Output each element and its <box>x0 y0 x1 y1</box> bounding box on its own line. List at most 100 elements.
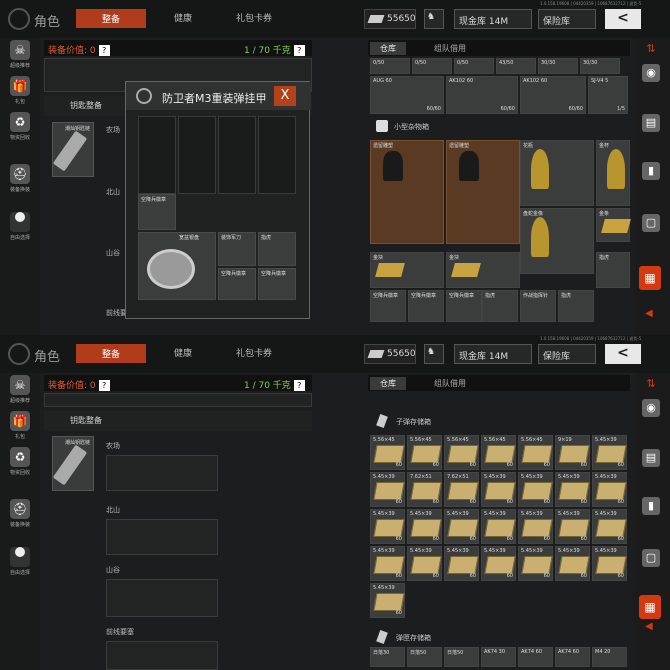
camera-icon[interactable]: ◉ <box>642 64 660 82</box>
tab-gift-cards[interactable]: 礼包卡券 <box>236 346 272 359</box>
inventory-item[interactable]: 遗留雕塑 <box>446 140 520 244</box>
inventory-item[interactable]: 5.45×39 60 <box>518 509 553 544</box>
nav-loadout[interactable]: ⛑ 装备换装 <box>7 164 33 200</box>
safe-button[interactable]: 保险库 <box>538 9 596 29</box>
inventory-item[interactable]: 0/50 <box>454 58 494 74</box>
storage-box-button[interactable]: ▦ <box>639 266 661 290</box>
inventory-item[interactable]: AK74 30 <box>481 647 516 667</box>
inventory-item[interactable]: 5.45×39 60 <box>370 472 405 507</box>
rig-item[interactable]: 指虎 <box>258 232 296 266</box>
inventory-item[interactable]: 金杯 <box>596 140 630 206</box>
help-icon[interactable]: ? <box>98 380 110 391</box>
bottle-icon[interactable]: ▮ <box>642 162 660 180</box>
help-icon[interactable]: ? <box>98 45 110 56</box>
inventory-item[interactable]: 5.45×39 60 <box>592 546 627 581</box>
back-button[interactable]: < <box>605 9 641 29</box>
inventory-item[interactable]: 空降兵徽章 <box>446 290 482 322</box>
inventory-item[interactable]: 5.45×39 60 <box>481 546 516 581</box>
collapse-icon[interactable]: ◀ <box>645 308 653 319</box>
inventory-item[interactable]: 日落30 <box>370 647 405 667</box>
farm-slot[interactable] <box>106 455 218 491</box>
inventory-item[interactable]: 日落50 <box>444 647 479 667</box>
inventory-item[interactable]: 5.45×39 60 <box>444 509 479 544</box>
rig-slot[interactable] <box>258 116 296 194</box>
nav-free-select[interactable]: 自由选择 <box>7 208 33 244</box>
rig-slot[interactable] <box>218 116 256 194</box>
inventory-item[interactable]: 5.45×39 60 <box>481 509 516 544</box>
inventory-item[interactable]: 指虎 <box>558 290 594 322</box>
tab-health[interactable]: 健康 <box>174 346 192 359</box>
inventory-item[interactable]: 指虎 <box>596 252 630 288</box>
inventory-item[interactable]: 5.45×39 60 <box>370 509 405 544</box>
sort-icon[interactable]: ⇅ <box>642 40 660 58</box>
cash-vault-button[interactable]: 现金库 14M <box>454 344 532 364</box>
inventory-item[interactable]: 5.45×39 60 <box>518 472 553 507</box>
inventory-item[interactable]: 指虎 <box>482 290 518 322</box>
key-item[interactable]: 潮灿钥匙链 <box>52 122 94 177</box>
inventory-item[interactable]: 7.62×51 60 <box>407 472 442 507</box>
inventory-item[interactable]: AK102 60 60/60 <box>446 76 518 114</box>
vest-icon[interactable]: ▤ <box>642 114 660 132</box>
equip-slot[interactable] <box>44 393 312 407</box>
tab-gear[interactable]: 整备 <box>76 9 147 28</box>
inventory-item[interactable]: 43/50 <box>496 58 536 74</box>
inventory-item[interactable]: AK74 60 <box>518 647 553 667</box>
tab-team-borrow[interactable]: 组队借用 <box>424 377 476 390</box>
rig-slot[interactable] <box>178 116 216 194</box>
nav-loadout[interactable]: ⛑ 装备换装 <box>7 499 33 535</box>
inventory-item[interactable]: 盘蛇金像 <box>520 208 594 274</box>
inventory-item[interactable]: 5.56×45 60 <box>370 435 405 470</box>
inventory-item[interactable]: 5.45×39 60 <box>518 546 553 581</box>
inventory-item[interactable]: 作战指挥针 <box>520 290 556 322</box>
tab-team-borrow[interactable]: 组队借用 <box>424 42 476 55</box>
valley-slot[interactable] <box>106 579 218 617</box>
inventory-item[interactable]: 9×19 60 <box>555 435 590 470</box>
inventory-item[interactable]: AUG 60 60/60 <box>370 76 444 114</box>
camera-icon[interactable]: ◉ <box>642 399 660 417</box>
tab-gear[interactable]: 整备 <box>76 344 147 363</box>
sort-icon[interactable]: ⇅ <box>642 375 660 393</box>
inventory-item[interactable]: 5.45×39 60 <box>481 472 516 507</box>
nav-recycle[interactable]: ♻ 物资回收 <box>7 112 33 148</box>
bottle-icon[interactable]: ▮ <box>642 497 660 515</box>
tab-gift-cards[interactable]: 礼包卡券 <box>236 11 272 24</box>
inventory-item[interactable]: 5.45×39 60 <box>407 509 442 544</box>
inventory-item[interactable]: SJ-V4 5 1/5 <box>588 76 628 114</box>
storage-box-button[interactable]: ▦ <box>639 595 661 619</box>
inventory-item[interactable]: 5.45×39 60 <box>555 546 590 581</box>
inventory-item[interactable]: 金块 <box>446 252 520 288</box>
rig-item[interactable]: 宽盆银盘 <box>138 232 216 300</box>
nav-recycle[interactable]: ♻ 物资回收 <box>7 447 33 483</box>
nav-recommend[interactable]: ☠ 超级推荐 <box>7 40 33 76</box>
trader-button[interactable]: ♞ <box>424 344 444 364</box>
inventory-item[interactable]: 5.56×45 60 <box>444 435 479 470</box>
inventory-item[interactable]: 5.45×39 60 <box>592 435 627 470</box>
back-button[interactable]: < <box>605 344 641 364</box>
inventory-item[interactable]: AK102 60 60/60 <box>520 76 586 114</box>
rig-item[interactable]: 装饰军刀 <box>218 232 256 266</box>
rig-item[interactable]: 空降兵徽章 <box>218 268 256 300</box>
inventory-item[interactable]: 5.45×39 60 <box>555 509 590 544</box>
inventory-item[interactable]: 5.45×39 60 <box>407 546 442 581</box>
inventory-item[interactable]: 5.45×39 60 <box>555 472 590 507</box>
collapse-icon[interactable]: ◀ <box>645 621 653 632</box>
safe-button[interactable]: 保险库 <box>538 344 596 364</box>
nav-gift[interactable]: 🎁 礼包 <box>7 76 33 112</box>
nav-free-select[interactable]: 自由选择 <box>7 543 33 579</box>
tab-health[interactable]: 健康 <box>174 11 192 24</box>
inventory-item[interactable]: AK74 60 <box>555 647 590 667</box>
inventory-item[interactable]: 7.62×51 60 <box>444 472 479 507</box>
inventory-item[interactable]: 5.45×39 60 <box>444 546 479 581</box>
vest-icon[interactable]: ▤ <box>642 449 660 467</box>
cash-vault-button[interactable]: 现金库 14M <box>454 9 532 29</box>
inventory-item[interactable]: 5.45×39 60 <box>370 583 405 618</box>
tab-warehouse[interactable]: 仓库 <box>370 377 406 390</box>
inventory-item[interactable]: 遗留雕塑 <box>370 140 444 244</box>
nav-recommend[interactable]: ☠ 超级推荐 <box>7 375 33 411</box>
rig-item[interactable]: 空降兵徽章 <box>138 194 176 230</box>
frontline-slot[interactable] <box>106 641 218 670</box>
bag-icon[interactable]: ▢ <box>642 214 660 232</box>
inventory-item[interactable]: 金块 <box>370 252 444 288</box>
inventory-item[interactable]: 5.56×45 60 <box>481 435 516 470</box>
rig-item[interactable]: 空降兵徽章 <box>258 268 296 300</box>
